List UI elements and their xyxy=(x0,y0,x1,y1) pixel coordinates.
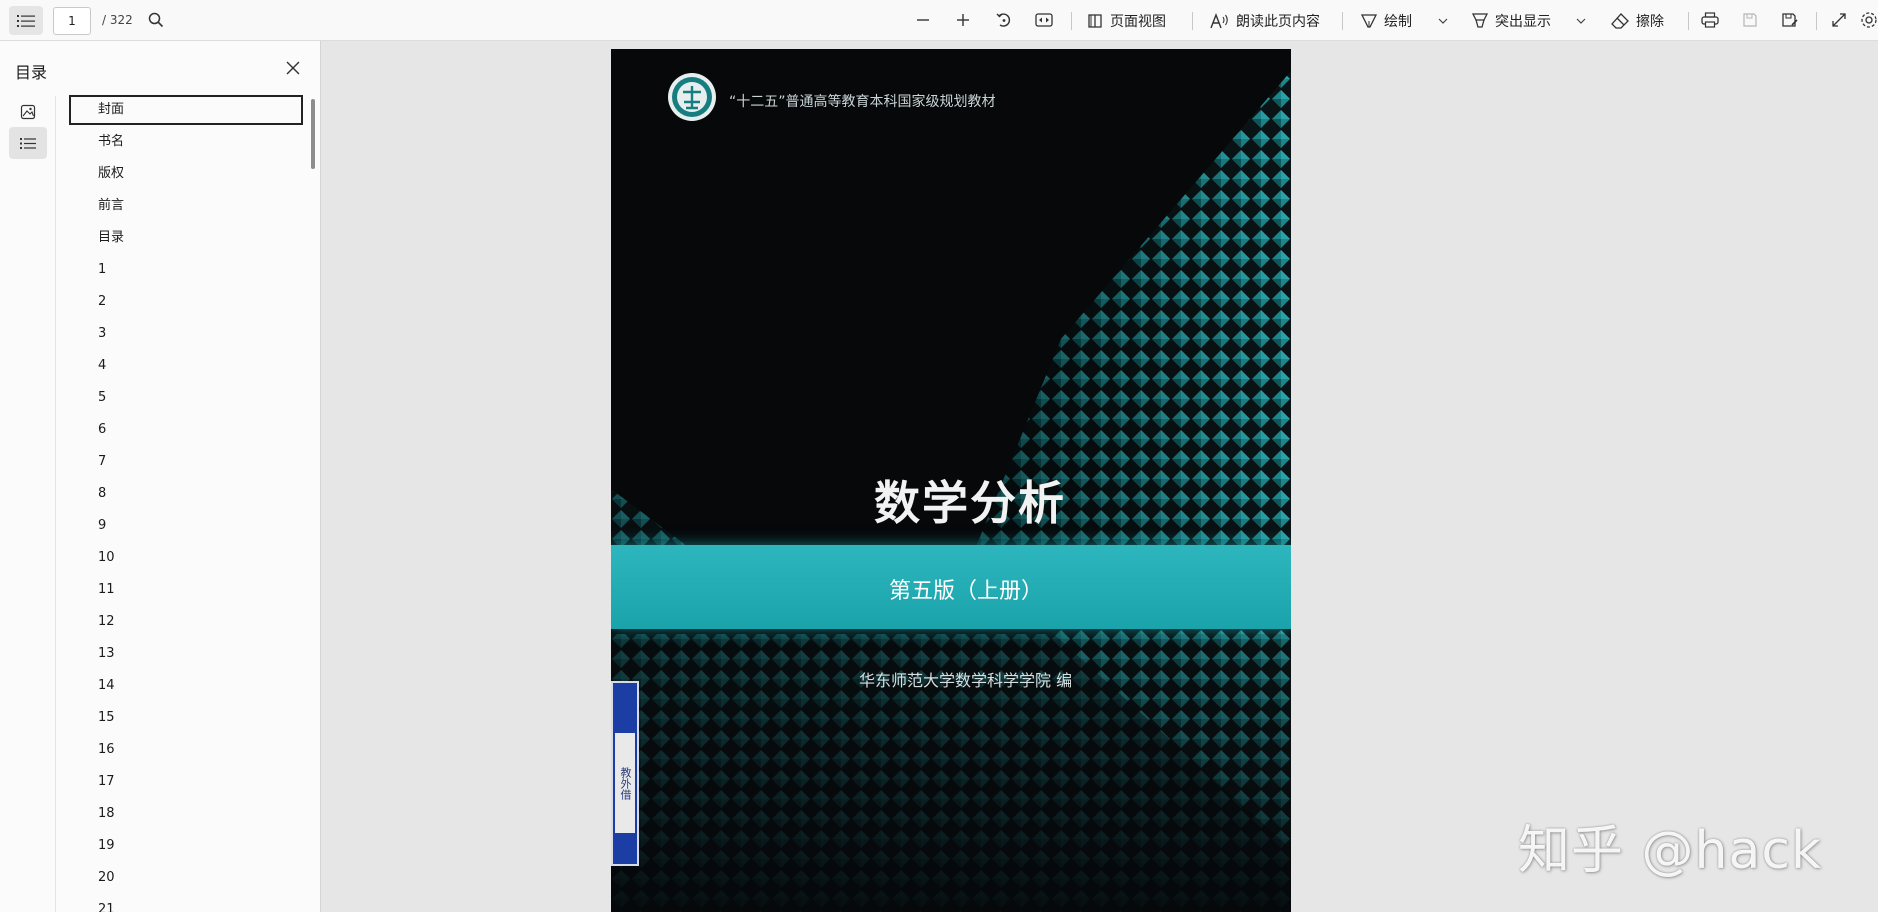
erase-label: 擦除 xyxy=(1636,14,1664,30)
save-as-icon[interactable] xyxy=(1776,6,1804,34)
search-icon[interactable] xyxy=(142,6,170,34)
page-total: / 322 xyxy=(102,13,133,27)
watermark-text: 知乎 @hack xyxy=(1518,821,1823,881)
sidebar-scrollbar[interactable] xyxy=(311,99,315,169)
book-cover-page: “十二五”普通高等教育本科国家级规划教材 数学分析 第五版（上册） 华东师范大学… xyxy=(611,49,1291,912)
toc-item[interactable]: 3 xyxy=(69,319,303,349)
toc-item[interactable]: 7 xyxy=(69,447,303,477)
toc-list: 封面 书名 版权 前言 目录 1 2 3 4 5 6 7 8 9 10 11 12 13 14 15 16 17 18 19 2… xyxy=(69,95,305,912)
toc-item[interactable]: 19 xyxy=(69,831,303,861)
toc-item[interactable]: 16 xyxy=(69,735,303,765)
toc-item[interactable]: 20 xyxy=(69,863,303,893)
rotate-icon[interactable] xyxy=(990,6,1018,34)
save-disabled-icon xyxy=(1736,6,1764,34)
highlight-label: 突出显示 xyxy=(1495,14,1551,30)
eraser-icon xyxy=(1611,13,1629,29)
cover-edition: 第五版（上册） xyxy=(888,579,1043,604)
draw-button[interactable]: 绘制 xyxy=(1360,8,1412,34)
toc-item[interactable]: 前言 xyxy=(69,191,303,221)
read-aloud-button[interactable]: 朗读此页内容 xyxy=(1210,8,1320,34)
toc-item[interactable]: 书名 xyxy=(69,127,303,157)
toc-sidebar: 目录 封面 书名 版权 前言 目录 1 2 3 4 5 6 7 8 9 10 11 12 13 14 15 16 17 18… xyxy=(0,41,321,912)
page-number-input[interactable]: 1 xyxy=(53,7,91,35)
toolbar-divider xyxy=(1342,12,1343,30)
library-sticker: 教外借 xyxy=(611,681,639,866)
toc-item[interactable]: 6 xyxy=(69,415,303,445)
zoom-in-icon[interactable] xyxy=(949,6,977,34)
document-viewer[interactable]: “十二五”普通高等教育本科国家级规划教材 数学分析 第五版（上册） 华东师范大学… xyxy=(321,41,1878,912)
toolbar-divider xyxy=(1192,12,1193,30)
toc-item[interactable]: 18 xyxy=(69,799,303,829)
toolbar-divider xyxy=(1816,12,1817,30)
toc-item[interactable]: 17 xyxy=(69,767,303,797)
highlighter-icon xyxy=(1471,13,1489,28)
outline-list-icon[interactable] xyxy=(9,127,47,159)
toc-item[interactable]: 14 xyxy=(69,671,303,701)
toc-item[interactable]: 4 xyxy=(69,351,303,381)
draw-pen-icon xyxy=(1360,14,1378,28)
erase-button[interactable]: 擦除 xyxy=(1610,8,1664,34)
draw-options-chevron-down-icon[interactable] xyxy=(1436,14,1450,28)
cover-series-text: “十二五”普通高等教育本科国家级规划教材 xyxy=(729,94,996,110)
toc-item[interactable]: 21 xyxy=(69,895,303,912)
highlight-button[interactable]: 突出显示 xyxy=(1471,8,1551,34)
page-view-button[interactable]: 页面视图 xyxy=(1086,8,1166,34)
read-aloud-label: 朗读此页内容 xyxy=(1236,14,1320,30)
toc-item[interactable]: 目录 xyxy=(69,223,303,253)
library-sticker-label: 教外借 xyxy=(615,733,635,833)
toc-item[interactable]: 2 xyxy=(69,287,303,317)
cover-title: 数学分析 xyxy=(874,476,1066,530)
draw-label: 绘制 xyxy=(1384,14,1412,30)
toc-item[interactable]: 版权 xyxy=(69,159,303,189)
toolbar-divider xyxy=(1688,12,1689,30)
toc-item[interactable]: 11 xyxy=(69,575,303,605)
toc-item[interactable]: 5 xyxy=(69,383,303,413)
page-view-icon xyxy=(1088,14,1102,28)
toolbar-divider xyxy=(1071,12,1072,30)
toc-item[interactable]: 15 xyxy=(69,703,303,733)
thumbnails-icon[interactable] xyxy=(9,96,47,128)
cover-author: 华东师范大学数学科学学院 编 xyxy=(859,671,1073,690)
close-sidebar-icon[interactable] xyxy=(280,55,306,81)
toc-item[interactable]: 9 xyxy=(69,511,303,541)
toc-item[interactable]: 12 xyxy=(69,607,303,637)
toc-item[interactable]: 10 xyxy=(69,543,303,573)
print-icon[interactable] xyxy=(1696,6,1724,34)
highlight-options-chevron-down-icon[interactable] xyxy=(1574,14,1588,28)
series-seal-logo xyxy=(668,73,716,121)
toolbar: 1 / 322 页面视图 朗读此页内容 绘制 突出显示 擦除 xyxy=(0,0,1878,41)
zoom-out-icon[interactable] xyxy=(909,6,937,34)
table-of-contents-toggle-icon[interactable] xyxy=(9,6,43,35)
sidebar-title: 目录 xyxy=(15,63,48,82)
sidebar-rail xyxy=(0,96,56,912)
read-aloud-icon xyxy=(1210,13,1228,29)
fit-width-icon[interactable] xyxy=(1030,6,1058,34)
toc-item[interactable]: 13 xyxy=(69,639,303,669)
toc-item[interactable]: 封面 xyxy=(69,95,303,125)
settings-gear-icon[interactable] xyxy=(1860,6,1878,34)
fullscreen-expand-icon[interactable] xyxy=(1825,6,1853,34)
toc-item[interactable]: 8 xyxy=(69,479,303,509)
page-view-label: 页面视图 xyxy=(1110,14,1166,30)
toc-item[interactable]: 1 xyxy=(69,255,303,285)
